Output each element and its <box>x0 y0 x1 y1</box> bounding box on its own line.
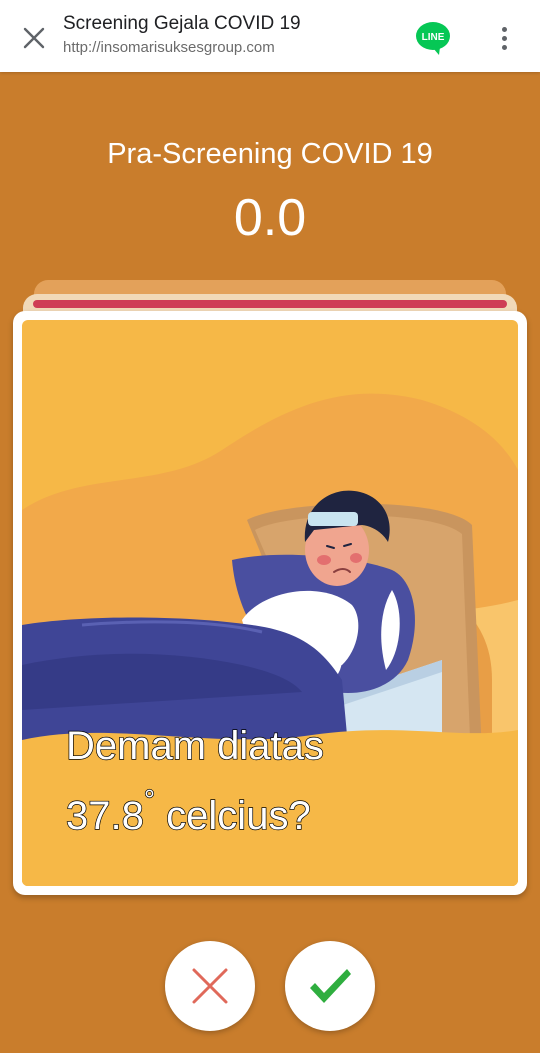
card-edge-band <box>33 300 507 308</box>
temperature-unit: celcius? <box>155 793 311 838</box>
screening-heading: Pra-Screening COVID 19 <box>107 138 433 170</box>
more-vert-icon <box>501 44 507 50</box>
question-card-face: Demam diatas 37.8° celcius? <box>22 320 518 886</box>
cross-icon <box>192 968 228 1004</box>
close-button[interactable] <box>14 18 54 58</box>
more-vert-icon <box>501 26 507 32</box>
page-url: http://insomarisuksesgroup.com <box>63 39 275 56</box>
close-icon <box>23 27 45 49</box>
line-share-button[interactable]: LINE <box>413 20 453 56</box>
line-app-icon: LINE <box>416 22 450 55</box>
more-options-button[interactable] <box>490 18 518 58</box>
yes-button[interactable] <box>285 941 375 1031</box>
more-vert-icon <box>501 35 507 41</box>
score-value: 0.0 <box>233 189 307 247</box>
browser-title-area: Screening Gejala COVID 19 http://insomar… <box>63 12 393 58</box>
degree-symbol: ° <box>143 783 156 815</box>
temperature-value: 37.8 <box>65 793 144 838</box>
question-text: Demam diatas 37.8° celcius? <box>65 719 506 843</box>
page-title: Screening Gejala COVID 19 <box>63 13 301 34</box>
check-icon <box>310 969 351 1003</box>
no-button[interactable] <box>165 941 255 1031</box>
line-label: LINE <box>422 32 445 43</box>
question-line-1: Demam diatas <box>65 723 324 768</box>
question-card[interactable]: Demam diatas 37.8° celcius? <box>13 311 527 895</box>
question-line-2: 37.8° celcius? <box>65 773 506 843</box>
browser-toolbar: Screening Gejala COVID 19 http://insomar… <box>0 0 540 72</box>
